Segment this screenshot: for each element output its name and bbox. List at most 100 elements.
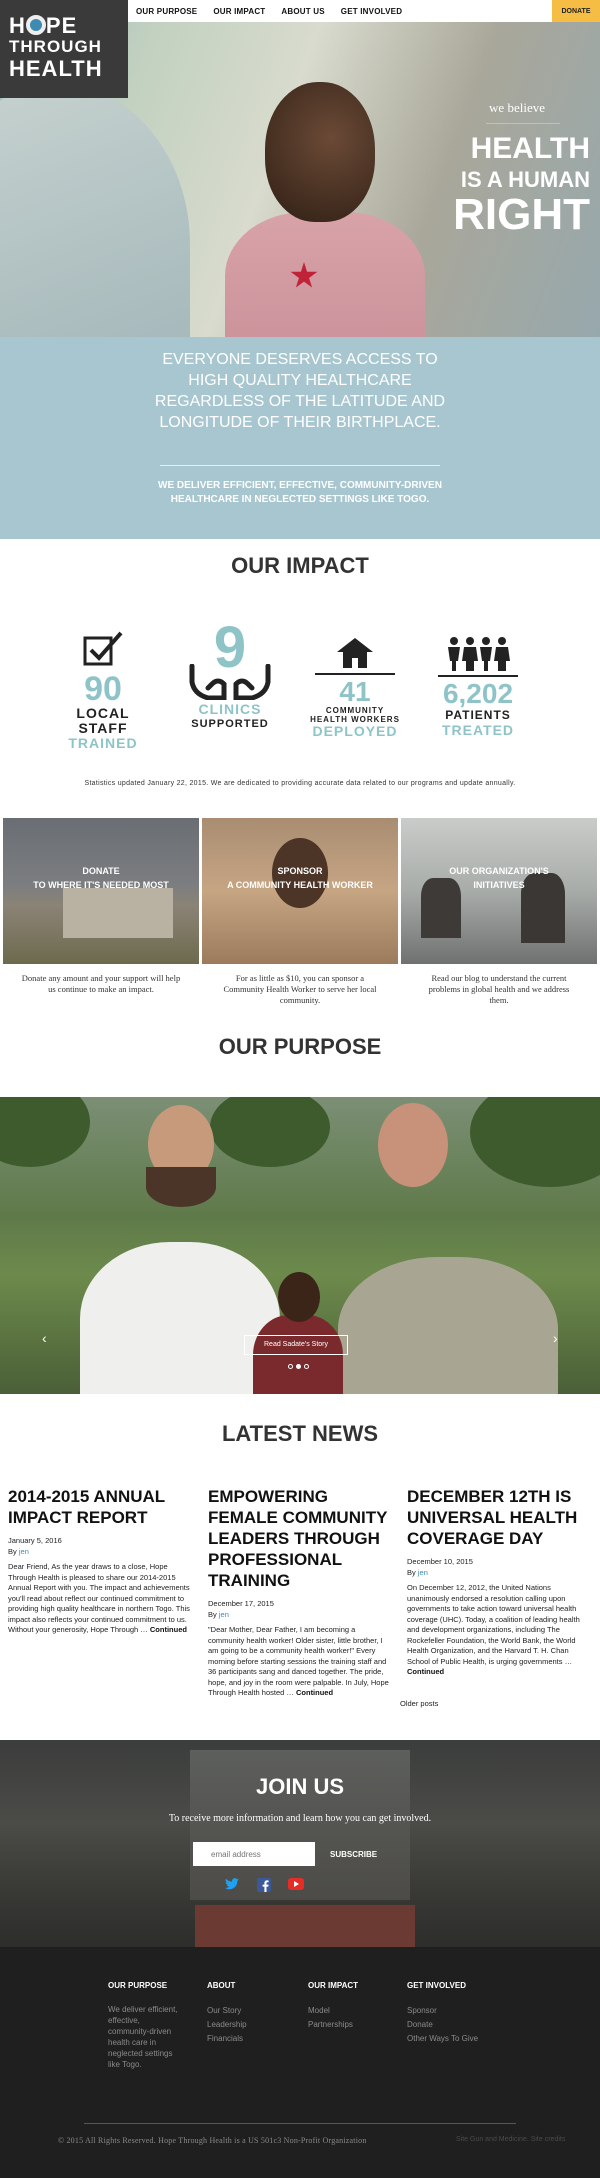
news-post-1-date: January 5, 2016 xyxy=(8,1536,62,1545)
author-link[interactable]: jen xyxy=(418,1568,428,1577)
nav-our-purpose[interactable]: OUR PURPOSE xyxy=(136,0,205,22)
stat-staff-label-1: LOCAL xyxy=(76,705,130,721)
news-post-3-title[interactable]: DECEMBER 12TH IS UNIVERSAL HEALTH COVERA… xyxy=(407,1486,589,1549)
card-initiatives[interactable]: OUR ORGANIZATION'S INITIATIVES xyxy=(401,818,597,964)
footer-link-sponsor[interactable]: Sponsor xyxy=(407,2004,497,2018)
purpose-title: OUR PURPOSE xyxy=(218,1034,382,1059)
hero-photo-adult xyxy=(0,82,190,337)
news-post-2-title[interactable]: EMPOWERING FEMALE COMMUNITY LEADERS THRO… xyxy=(208,1486,390,1591)
logo-line-2: THROUGH xyxy=(9,37,102,56)
older-posts-link[interactable]: Older posts xyxy=(400,1699,438,1708)
slider-prev-arrow[interactable]: ‹ xyxy=(42,1330,47,1346)
join-title: JOIN US xyxy=(255,1774,345,1799)
stat-patients-number: 6,202 xyxy=(442,678,514,709)
footer-copyright: © 2015 All Rights Reserved. Hope Through… xyxy=(58,2136,367,2145)
photo-man-grey-shirt xyxy=(338,1257,558,1394)
mission-band: EVERYONE DESERVES ACCESS TO HIGH QUALITY… xyxy=(0,337,600,539)
footer-link-our-story[interactable]: Our Story xyxy=(207,2004,297,2018)
mission-subtext: WE DELIVER EFFICIENT, EFFECTIVE, COMMUNI… xyxy=(158,480,442,505)
footer-col-purpose: OUR PURPOSE We deliver efficient, effect… xyxy=(108,1981,182,2070)
excerpt-text: On December 12, 2012, the United Nations… xyxy=(407,1583,580,1666)
mission-headline: EVERYONE DESERVES ACCESS TO HIGH QUALITY… xyxy=(154,351,446,431)
youtube-glyph xyxy=(288,1878,304,1890)
read-story-button[interactable]: Read Sadate's Story xyxy=(244,1335,348,1355)
donate-button[interactable]: DONATE xyxy=(552,0,600,22)
card-sponsor[interactable]: SPONSOR A COMMUNITY HEALTH WORKER xyxy=(202,818,398,964)
stat-staff-number: 90 xyxy=(84,670,122,708)
hero-photo-child xyxy=(225,52,425,337)
facebook-icon[interactable] xyxy=(256,1878,272,1894)
hero-headline-1: HEALTH xyxy=(470,132,590,165)
logo-line-1: H PE xyxy=(9,14,120,37)
slider-dot-3[interactable] xyxy=(304,1364,309,1369)
continued-link[interactable]: Continued xyxy=(407,1667,444,1676)
subscribe-button[interactable]: SUBSCRIBE xyxy=(330,1850,377,1859)
author-link[interactable]: jen xyxy=(219,1610,229,1619)
stat-clinics-label-1: CLINICS xyxy=(198,701,262,717)
nav-links: OUR PURPOSE OUR IMPACT ABOUT US GET INVO… xyxy=(136,0,418,22)
footer-about-heading: ABOUT xyxy=(207,1981,236,1990)
continued-link[interactable]: Continued xyxy=(150,1625,187,1634)
footer-purpose-text: We deliver efficient, effective, communi… xyxy=(108,2005,178,2069)
join-section: JOIN US To receive more information and … xyxy=(0,1740,600,1947)
card-initiatives-title: OUR ORGANIZATION'S xyxy=(449,866,549,876)
news-post-2-date: December 17, 2015 xyxy=(208,1599,274,1608)
author-link[interactable]: jen xyxy=(19,1547,29,1556)
hero-headline-3: RIGHT xyxy=(453,190,590,239)
twitter-icon[interactable] xyxy=(224,1878,240,1894)
footer-link-model[interactable]: Model xyxy=(308,2004,398,2018)
footer-link-partnerships[interactable]: Partnerships xyxy=(308,2018,398,2032)
site-footer: OUR PURPOSE We deliver efficient, effect… xyxy=(0,1947,600,2178)
people-icon xyxy=(448,637,510,671)
email-input[interactable] xyxy=(193,1842,315,1866)
news-post-3-byline: By jen xyxy=(407,1568,589,1577)
footer-link-other-ways[interactable]: Other Ways To Give xyxy=(407,2032,497,2046)
nav-about-us[interactable]: ABOUT US xyxy=(281,0,332,22)
youtube-icon[interactable] xyxy=(288,1878,304,1894)
stat-chw-rule xyxy=(315,673,395,675)
news-post-2-excerpt: "Dear Mother, Dear Father, I am becoming… xyxy=(208,1625,390,1699)
mission-divider xyxy=(160,465,440,466)
checkbox-icon xyxy=(83,631,123,666)
nav-get-involved[interactable]: GET INVOLVED xyxy=(341,0,410,22)
card-donate-text: Donate any amount and your support will … xyxy=(21,973,181,994)
news-post-3-excerpt: On December 12, 2012, the United Nations… xyxy=(407,1583,589,1678)
footer-link-financials[interactable]: Financials xyxy=(207,2032,297,2046)
photo-man-grey-shirt-face xyxy=(378,1103,448,1187)
footer-divider xyxy=(84,2123,516,2124)
footer-link-donate[interactable]: Donate xyxy=(407,2018,497,2032)
news-post-3-date: December 10, 2015 xyxy=(407,1557,473,1566)
stat-clinics: 9 CLINICS SUPPORTED xyxy=(175,619,285,732)
news-post-2: EMPOWERING FEMALE COMMUNITY LEADERS THRO… xyxy=(208,1486,390,1699)
byline-prefix: By xyxy=(208,1610,217,1619)
card-donate-title: DONATE xyxy=(82,866,120,876)
stat-staff-sub: TRAINED xyxy=(68,735,138,751)
nav-our-impact[interactable]: OUR IMPACT xyxy=(213,0,273,22)
logo-line-3: HEALTH xyxy=(9,56,103,81)
news-post-1-title[interactable]: 2014-2015 ANNUAL IMPACT REPORT xyxy=(8,1486,190,1528)
globe-icon xyxy=(25,15,46,35)
excerpt-text: Dear Friend, As the year draws to a clos… xyxy=(8,1562,190,1634)
card-sponsor-caption: SPONSOR A COMMUNITY HEALTH WORKER xyxy=(202,864,398,892)
slider-next-arrow[interactable]: › xyxy=(553,1330,558,1346)
footer-purpose-heading: OUR PURPOSE xyxy=(108,1981,168,1990)
logo[interactable]: H PE THROUGH HEALTH xyxy=(0,0,128,98)
stat-chw: 41 COMMUNITY HEALTH WORKERS DEPLOYED xyxy=(300,636,410,739)
stat-chw-number: 41 xyxy=(339,676,371,707)
news-post-2-byline: By jen xyxy=(208,1610,390,1619)
card-donate[interactable]: DONATE TO WHERE IT'S NEEDED MOST xyxy=(3,818,199,964)
card-initiatives-subtitle: INITIATIVES xyxy=(473,880,525,890)
footer-link-leadership[interactable]: Leadership xyxy=(207,2018,297,2032)
hero-child-head xyxy=(265,82,375,222)
card-sponsor-title: SPONSOR xyxy=(277,866,323,876)
stat-patients-label: PATIENTS xyxy=(445,708,511,722)
logo-letter-h: H xyxy=(9,13,26,38)
continued-link[interactable]: Continued xyxy=(296,1688,333,1697)
photo-man-white-shirt xyxy=(80,1242,280,1394)
slider-dot-1[interactable] xyxy=(288,1364,293,1369)
stat-chw-label-1: COMMUNITY xyxy=(325,706,385,715)
byline-prefix: By xyxy=(8,1547,17,1556)
slider-dot-2[interactable] xyxy=(296,1364,301,1369)
hero-divider xyxy=(486,123,560,124)
footer-credit[interactable]: Site Gun and Medicine. Site credits xyxy=(456,2136,565,2143)
